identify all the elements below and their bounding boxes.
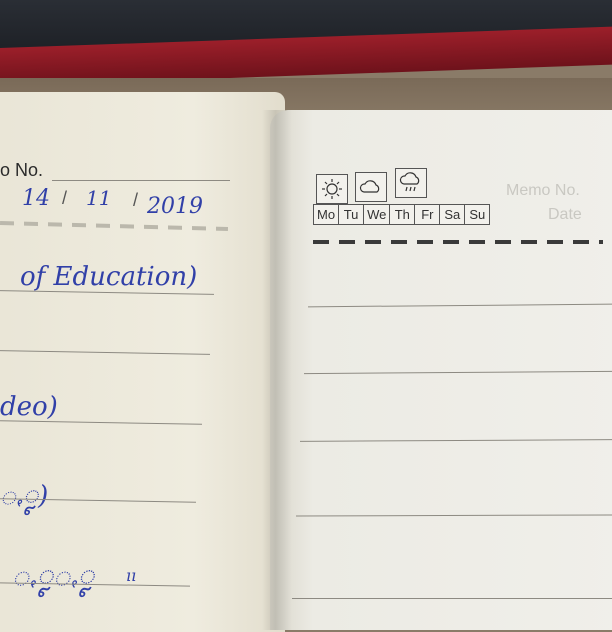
date-month: 11 (86, 186, 112, 210)
memo-no-label: o No. (0, 160, 44, 180)
rain-icon (395, 168, 427, 198)
date-sep-2: / (133, 190, 139, 210)
handwritten-line-3: ꩻꨵ) (0, 481, 49, 511)
ghost-date: Date (548, 206, 582, 223)
page-gutter (262, 110, 292, 630)
handwritten-line-4: ꩻꨵꩻꨵ (12, 559, 95, 592)
day-fr[interactable]: Fr (415, 205, 441, 224)
right-dashed-line (313, 240, 603, 244)
handwritten-line-2: deo) (0, 392, 58, 422)
handwritten-mark: ıı (126, 566, 137, 585)
date-year: 2019 (147, 194, 203, 219)
weekday-row: Mo Tu We Th Fr Sa Su (313, 204, 491, 225)
date-sep-1: / (62, 188, 68, 208)
right-rule-5 (292, 598, 612, 599)
date-day: 14 (22, 186, 50, 211)
day-th[interactable]: Th (390, 205, 416, 224)
day-we[interactable]: We (364, 205, 391, 224)
day-tu[interactable]: Tu (339, 205, 365, 224)
cloudy-icon (355, 172, 387, 202)
handwritten-line-1: of Education) (20, 262, 198, 292)
day-su[interactable]: Su (465, 205, 490, 224)
memo-no-line (52, 180, 230, 181)
day-mo[interactable]: Mo (314, 205, 340, 224)
sun-icon (316, 174, 348, 204)
day-sa[interactable]: Sa (440, 205, 466, 224)
ghost-memo-no: Memo No. (506, 182, 580, 199)
